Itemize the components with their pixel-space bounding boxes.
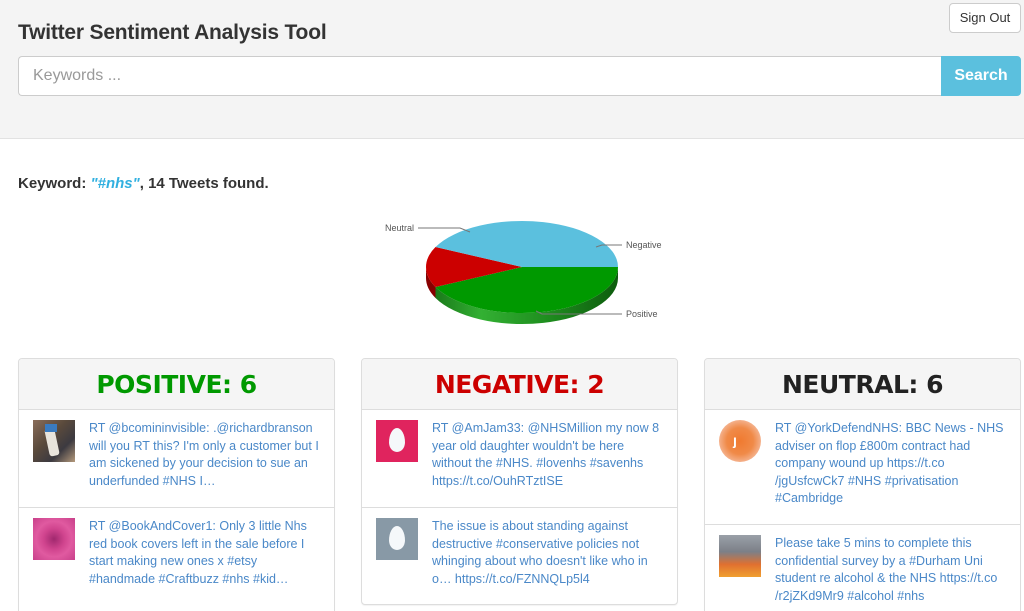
egg-icon	[389, 428, 405, 452]
tweet-text[interactable]: RT @AmJam33: @NHSMillion my now 8 year o…	[432, 420, 663, 507]
tweet-item: RT @bcomininvisible: .@richardbranson wi…	[19, 410, 334, 508]
header: Twitter Sentiment Analysis Tool Sign Out…	[0, 0, 1024, 139]
pie-label-neutral: Neutral	[385, 223, 414, 233]
negative-panel-title: NEGATIVE: 2	[362, 359, 677, 410]
tweet-text[interactable]: RT @bcomininvisible: .@richardbranson wi…	[89, 420, 320, 507]
keywords-input[interactable]	[18, 56, 941, 96]
neutral-panel-title: NEUTRAL: 6	[705, 359, 1020, 410]
result-summary: Keyword: "#nhs", 14 Tweets found.	[18, 175, 269, 192]
tweet-item: The issue is about standing against dest…	[362, 508, 677, 604]
result-prefix: Keyword:	[18, 175, 91, 192]
result-keyword: "#nhs"	[90, 175, 140, 192]
avatar[interactable]: ȷ	[719, 420, 761, 462]
negative-panel: NEGATIVE: 2 RT @AmJam33: @NHSMillion my …	[361, 358, 678, 605]
neutral-panel: NEUTRAL: 6 ȷ RT @YorkDefendNHS: BBC News…	[704, 358, 1021, 611]
tweet-text[interactable]: The issue is about standing against dest…	[432, 518, 663, 604]
avatar[interactable]	[33, 518, 75, 560]
logo-icon: ȷ	[733, 432, 737, 448]
tweet-text[interactable]: Please take 5 mins to complete this conf…	[775, 535, 1006, 611]
tweet-text[interactable]: RT @YorkDefendNHS: BBC News - NHS advise…	[775, 420, 1006, 524]
tweet-item: ȷ RT @YorkDefendNHS: BBC News - NHS advi…	[705, 410, 1020, 525]
sentiment-pie-chart: Positive Negative Neutral	[370, 210, 680, 340]
pie-label-negative: Negative	[626, 240, 662, 250]
sign-out-button[interactable]: Sign Out	[949, 3, 1021, 33]
pie-label-positive: Positive	[626, 309, 658, 319]
result-suffix: , 14 Tweets found.	[139, 175, 269, 192]
avatar[interactable]	[376, 420, 418, 462]
search-button[interactable]: Search	[941, 56, 1021, 96]
tweet-item: RT @AmJam33: @NHSMillion my now 8 year o…	[362, 410, 677, 508]
egg-icon	[389, 526, 405, 550]
tweet-item: RT @BookAndCover1: Only 3 little Nhs red…	[19, 508, 334, 606]
tweet-item: Please take 5 mins to complete this conf…	[705, 525, 1020, 611]
pie-slices	[426, 220, 618, 313]
positive-panel-title: POSITIVE: 6	[19, 359, 334, 410]
avatar[interactable]	[376, 518, 418, 560]
app-title: Twitter Sentiment Analysis Tool	[18, 21, 327, 44]
search-bar: Search	[18, 56, 1021, 96]
avatar[interactable]	[719, 535, 761, 577]
positive-panel: POSITIVE: 6 RT @bcomininvisible: .@richa…	[18, 358, 335, 611]
pie-svg: Positive Negative Neutral	[385, 220, 662, 324]
avatar[interactable]	[33, 420, 75, 462]
tweet-text[interactable]: RT @BookAndCover1: Only 3 little Nhs red…	[89, 518, 320, 606]
